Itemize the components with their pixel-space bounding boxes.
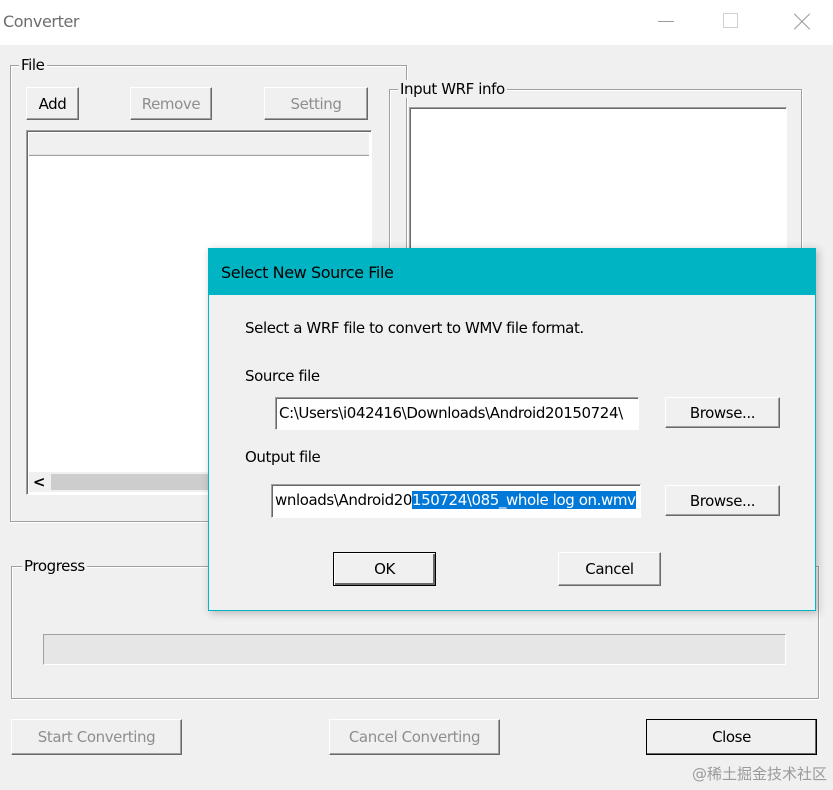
ok-button[interactable]: OK xyxy=(333,552,436,586)
window-title: Converter xyxy=(3,12,80,31)
source-browse-button[interactable]: Browse... xyxy=(665,397,780,428)
window-titlebar[interactable]: Converter xyxy=(0,0,833,45)
output-file-label: Output file xyxy=(245,448,321,466)
file-list-header[interactable] xyxy=(29,133,369,156)
input-info-label: Input WRF info xyxy=(398,80,507,98)
dialog-title: Select New Source File xyxy=(221,263,394,282)
output-browse-button[interactable]: Browse... xyxy=(665,485,780,516)
dialog-description: Select a WRF file to convert to WMV file… xyxy=(245,319,584,337)
maximize-icon xyxy=(706,0,752,45)
output-file-input[interactable]: wnloads\Android20150724\085_whole log on… xyxy=(271,484,641,518)
select-source-dialog[interactable]: Select New Source File Select a WRF file… xyxy=(208,248,816,611)
watermark: @稀土掘金技术社区 xyxy=(691,765,827,783)
close-icon[interactable] xyxy=(776,0,822,45)
cancel-converting-button[interactable]: Cancel Converting xyxy=(329,719,500,755)
setting-button[interactable]: Setting xyxy=(264,87,368,120)
remove-button[interactable]: Remove xyxy=(130,87,212,120)
dialog-titlebar[interactable]: Select New Source File xyxy=(209,249,815,295)
add-button[interactable]: Add xyxy=(26,87,79,120)
start-converting-button[interactable]: Start Converting xyxy=(11,719,182,755)
scrollbar-thumb[interactable] xyxy=(51,474,221,490)
cancel-button[interactable]: Cancel xyxy=(558,552,661,586)
file-group-label: File xyxy=(19,56,47,74)
output-file-selection: 150724\085_whole log on.wmv xyxy=(411,491,636,509)
source-file-label: Source file xyxy=(245,367,320,385)
minimize-icon[interactable] xyxy=(640,0,686,45)
scroll-left-icon[interactable]: < xyxy=(29,472,49,492)
close-button[interactable]: Close xyxy=(646,719,817,755)
source-file-input[interactable]: C:\Users\i042416\Downloads\Android201507… xyxy=(275,397,639,430)
output-file-value: wnloads\Android20 xyxy=(275,491,412,509)
source-file-value: C:\Users\i042416\Downloads\Android201507… xyxy=(279,404,623,422)
progress-group-label: Progress xyxy=(22,557,87,575)
progress-bar xyxy=(43,634,786,665)
